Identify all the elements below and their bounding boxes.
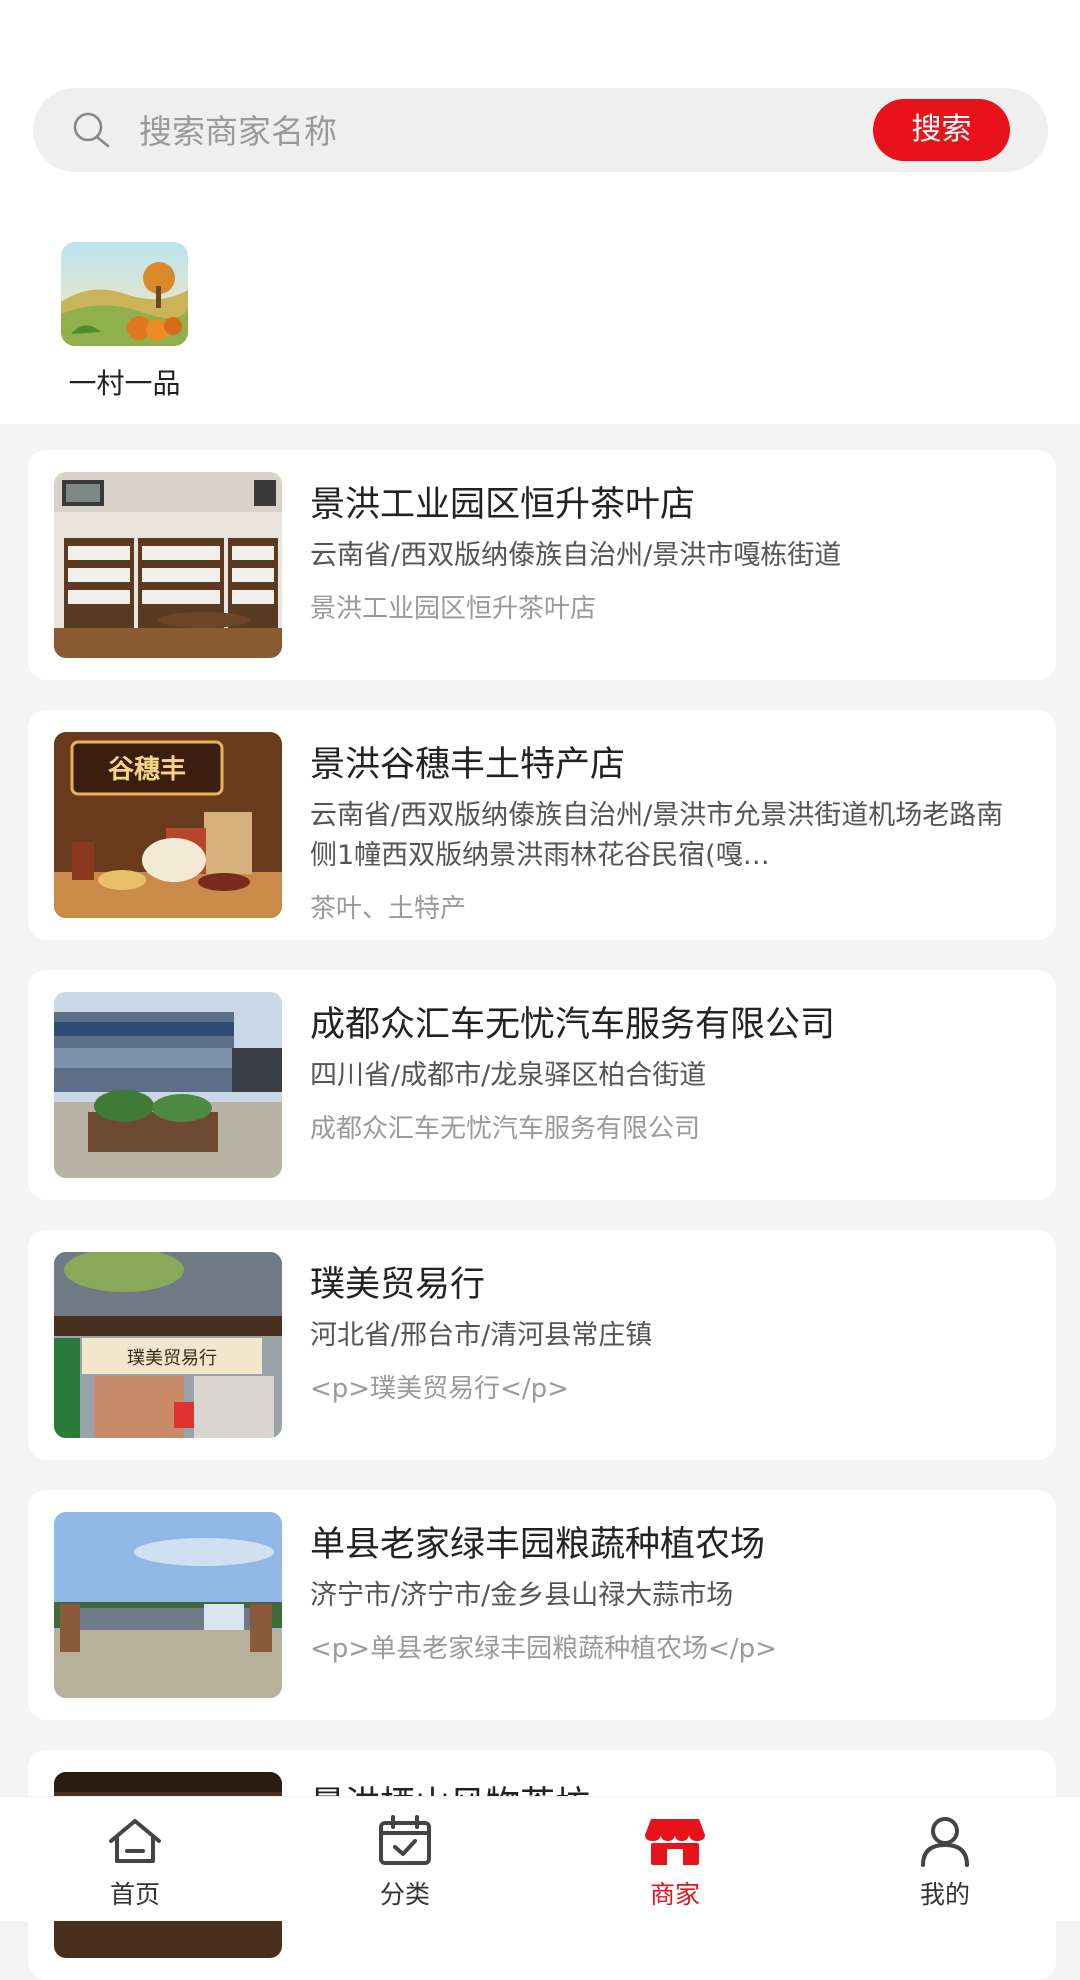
merchant-description: 茶叶、土特产 bbox=[310, 894, 467, 924]
merchant-photo: 璞美贸易行 bbox=[54, 1252, 282, 1438]
merchant-card[interactable]: 谷穗丰 景洪谷穗丰土特产店 云南省/西双版纳傣族自治州/景洪市允景洪街道机场老路… bbox=[28, 710, 1056, 940]
merchant-name: 成都众汇车无忧汽车服务有限公司 bbox=[310, 1005, 836, 1045]
header-area: 搜索 一村一品 bbox=[0, 0, 1080, 424]
merchant-photo bbox=[54, 472, 282, 658]
merchant-card[interactable]: 景洪工业园区恒升茶叶店 云南省/西双版纳傣族自治州/景洪市嘎栋街道 景洪工业园区… bbox=[28, 450, 1056, 680]
merchant-description: <p>单县老家绿丰园粮蔬种植农场</p> bbox=[310, 1634, 777, 1664]
merchant-photo: 谷穗丰 bbox=[54, 732, 282, 918]
home-icon bbox=[65, 1815, 205, 1867]
tab-mine[interactable]: 我的 bbox=[875, 1815, 1015, 1911]
shop-icon bbox=[605, 1815, 745, 1867]
merchant-name: 璞美贸易行 bbox=[310, 1265, 486, 1305]
merchant-address: 云南省/西双版纳傣族自治州/景洪市允景洪街道机场老路南侧1幢西双版纳景洪雨林花谷… bbox=[310, 800, 1004, 871]
merchant-description: 成都众汇车无忧汽车服务有限公司 bbox=[310, 1114, 701, 1144]
tab-label: 商家 bbox=[649, 1880, 700, 1909]
merchant-name: 景洪谷穗丰土特产店 bbox=[310, 745, 626, 785]
merchant-address: 河北省/邢台市/清河县常庄镇 bbox=[310, 1320, 653, 1351]
category-label: 一村一品 bbox=[68, 367, 181, 400]
search-input[interactable] bbox=[137, 88, 861, 174]
merchant-card[interactable]: 成都众汇车无忧汽车服务有限公司 四川省/成都市/龙泉驿区柏合街道 成都众汇车无忧… bbox=[28, 970, 1056, 1200]
merchant-photo bbox=[54, 992, 282, 1178]
merchant-description: 景洪工业园区恒升茶叶店 bbox=[310, 594, 597, 624]
farm-landscape-icon bbox=[61, 242, 188, 346]
tab-home[interactable]: 首页 bbox=[65, 1815, 205, 1911]
bottom-tab-bar: 首页 分类 商家 我的 bbox=[0, 1796, 1080, 1921]
merchant-photo bbox=[54, 1512, 282, 1698]
tab-label: 分类 bbox=[379, 1880, 430, 1909]
shop-sign-text: 璞美贸易行 bbox=[127, 1348, 217, 1369]
calendar-check-icon bbox=[335, 1815, 475, 1867]
merchant-card[interactable]: 单县老家绿丰园粮蔬种植农场 济宁市/济宁市/金乡县山禄大蒜市场 <p>单县老家绿… bbox=[28, 1490, 1056, 1720]
tab-label: 我的 bbox=[919, 1880, 970, 1909]
search-button[interactable]: 搜索 bbox=[873, 99, 1010, 161]
user-icon bbox=[875, 1815, 1015, 1867]
shop-sign-text: 谷穗丰 bbox=[108, 755, 186, 785]
merchant-name: 景洪工业园区恒升茶叶店 bbox=[310, 485, 696, 525]
tab-merchants[interactable]: 商家 bbox=[605, 1815, 745, 1911]
tab-category[interactable]: 分类 bbox=[335, 1815, 475, 1911]
merchant-card[interactable]: 璞美贸易行 璞美贸易行 河北省/邢台市/清河县常庄镇 <p>璞美贸易行</p> bbox=[28, 1230, 1056, 1460]
merchant-address: 济宁市/济宁市/金乡县山禄大蒜市场 bbox=[310, 1580, 734, 1611]
search-icon bbox=[71, 110, 111, 150]
merchant-description: <p>璞美贸易行</p> bbox=[310, 1374, 569, 1404]
tab-label: 首页 bbox=[109, 1880, 160, 1909]
search-bar: 搜索 bbox=[33, 88, 1048, 174]
merchant-address: 云南省/西双版纳傣族自治州/景洪市嘎栋街道 bbox=[310, 540, 842, 571]
category-item-yicun-yipin[interactable]: 一村一品 bbox=[58, 242, 188, 402]
merchant-address: 四川省/成都市/龙泉驿区柏合街道 bbox=[310, 1060, 707, 1091]
merchant-name: 单县老家绿丰园粮蔬种植农场 bbox=[310, 1525, 766, 1565]
